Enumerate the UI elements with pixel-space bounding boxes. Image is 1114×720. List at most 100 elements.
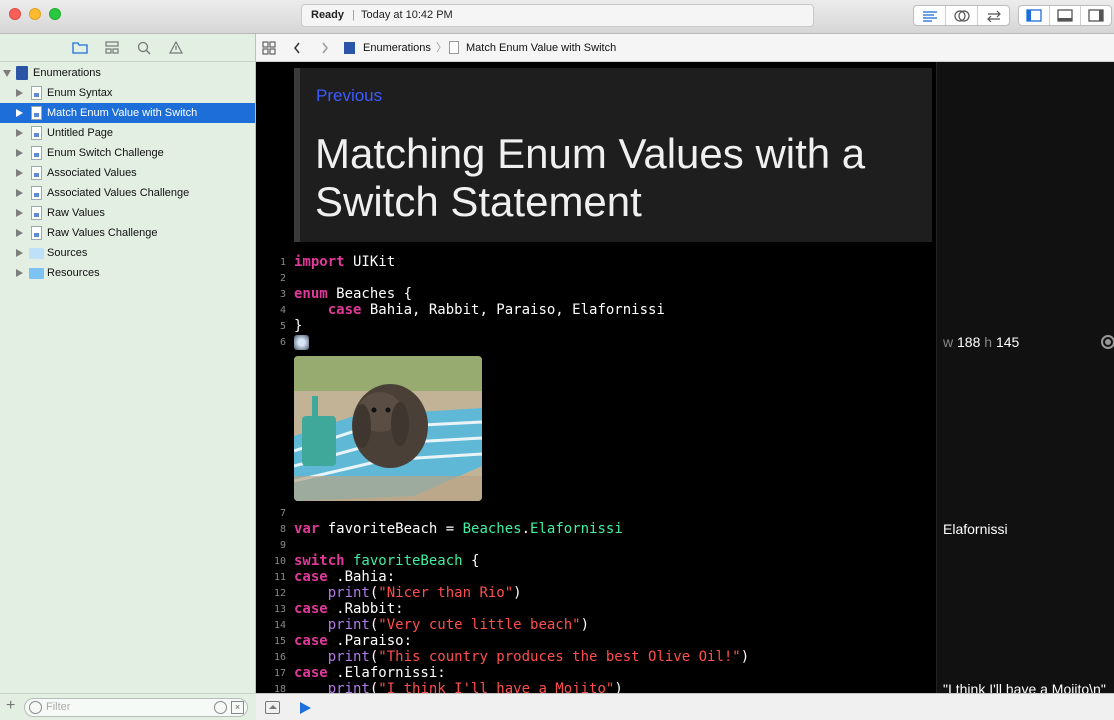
enum-case: Elafornissi xyxy=(530,521,623,537)
height-value: 145 xyxy=(995,334,1020,350)
scm-filter-icon[interactable]: × xyxy=(231,701,244,714)
rendered-markup-block: Previous Matching Enum Values with a Swi… xyxy=(294,68,932,242)
toggle-utilities-button[interactable] xyxy=(1081,6,1111,25)
disclosure-triangle-icon[interactable] xyxy=(16,109,23,117)
code-text: ) xyxy=(580,617,590,633)
code-text: favoriteBeach = xyxy=(319,521,463,537)
code-text: ) xyxy=(513,585,522,601)
disclosure-triangle-icon[interactable] xyxy=(16,229,23,237)
code-line: case .Elafornissi: xyxy=(294,665,446,681)
tree-item-resources[interactable]: Resources xyxy=(0,263,255,283)
code-text: . xyxy=(521,521,531,537)
disclosure-triangle-icon[interactable] xyxy=(16,89,23,97)
standard-editor-button[interactable] xyxy=(914,6,946,25)
filter-icon xyxy=(29,701,42,714)
assistant-editor-button[interactable] xyxy=(946,6,978,25)
project-row[interactable]: Enumerations xyxy=(0,63,255,83)
project-navigator: Enumerations Enum Syntax Match Enum Valu… xyxy=(0,34,256,720)
disclosure-triangle-icon[interactable] xyxy=(16,209,23,217)
issue-navigator-tab[interactable] xyxy=(167,39,185,57)
code-line: print("I think I'll have a Mojito") xyxy=(294,681,623,693)
code-line: import UIKit xyxy=(294,254,395,270)
code-text: Beaches { xyxy=(327,286,413,302)
right-panel-icon xyxy=(1088,9,1104,22)
play-icon[interactable] xyxy=(300,702,311,714)
status-separator: | xyxy=(352,9,355,21)
toggle-debug-area-button[interactable] xyxy=(1050,6,1081,25)
quicklook-eye-icon[interactable] xyxy=(1101,335,1114,349)
playground-page-icon xyxy=(31,186,42,200)
tree-item-label: Raw Values Challenge xyxy=(47,227,158,239)
line-number: 4 xyxy=(279,305,286,316)
back-icon xyxy=(294,42,300,54)
results-sidebar: w 188 h 145 Elafornissi "I think I'll ha… xyxy=(936,62,1114,697)
line-number: 11 xyxy=(273,572,286,583)
code-line: print("Very cute little beach") xyxy=(294,617,589,633)
playground-page-icon xyxy=(31,106,42,120)
toggle-navigator-button[interactable] xyxy=(1019,6,1050,25)
keyword: case xyxy=(294,665,328,681)
filter-input[interactable]: Filter × xyxy=(24,698,248,717)
minimize-window-button[interactable] xyxy=(29,8,41,20)
line-number: 17 xyxy=(273,668,286,679)
variable-name: favoriteBeach xyxy=(344,553,463,569)
filter-placeholder: Filter xyxy=(46,701,71,713)
tree-item-enum-syntax[interactable]: Enum Syntax xyxy=(0,83,255,103)
source-editor[interactable]: Previous Matching Enum Values with a Swi… xyxy=(256,62,936,693)
line-number: 7 xyxy=(279,508,286,519)
playground-page-icon xyxy=(31,166,42,180)
disclosure-triangle-icon[interactable] xyxy=(16,169,23,177)
disclosure-triangle-icon[interactable] xyxy=(16,269,23,277)
code-line: print("This country produces the best Ol… xyxy=(294,649,749,665)
zoom-window-button[interactable] xyxy=(49,8,61,20)
disclosure-triangle-icon[interactable] xyxy=(16,149,23,157)
breadcrumb-project[interactable]: Enumerations xyxy=(363,34,431,62)
tree-item-enum-switch-challenge[interactable]: Enum Switch Challenge xyxy=(0,143,255,163)
disclosure-triangle-icon[interactable] xyxy=(16,249,23,257)
code-text: .Elafornissi: xyxy=(327,665,446,681)
disclosure-triangle-icon[interactable] xyxy=(3,70,11,77)
breadcrumb-page[interactable]: Match Enum Value with Switch xyxy=(466,34,616,62)
recent-files-icon[interactable] xyxy=(214,701,227,714)
keyword: import xyxy=(294,254,345,270)
version-editor-button[interactable] xyxy=(978,6,1009,25)
tree-item-associated-values-challenge[interactable]: Associated Values Challenge xyxy=(0,183,255,203)
function-name: print xyxy=(294,617,370,633)
tree-item-label: Raw Values xyxy=(47,207,105,219)
project-navigator-tab[interactable] xyxy=(71,39,89,57)
playground-icon xyxy=(344,42,355,54)
code-text: UIKit xyxy=(344,254,396,270)
code-line: case .Paraiso: xyxy=(294,633,412,649)
tree-item-match-enum[interactable]: Match Enum Value with Switch xyxy=(0,103,255,123)
code-text: .Rabbit: xyxy=(327,601,404,617)
line-number: 6 xyxy=(279,337,286,348)
close-window-button[interactable] xyxy=(9,8,21,20)
line-number: 14 xyxy=(273,620,286,631)
project-label: Enumerations xyxy=(33,67,101,79)
disclosure-triangle-icon[interactable] xyxy=(16,189,23,197)
function-name: print xyxy=(294,681,370,693)
disclosure-triangle-icon[interactable] xyxy=(16,129,23,137)
folder-icon xyxy=(29,248,44,259)
tree-item-sources[interactable]: Sources xyxy=(0,243,255,263)
keyword: case xyxy=(294,569,328,585)
image-literal-icon[interactable] xyxy=(294,335,309,350)
tree-item-raw-values-challenge[interactable]: Raw Values Challenge xyxy=(0,223,255,243)
symbol-navigator-tab[interactable] xyxy=(103,39,121,57)
add-file-button[interactable]: + xyxy=(6,697,15,715)
rabbit-photo-illustration xyxy=(294,356,482,501)
folder-icon xyxy=(71,42,88,54)
editor-mode-control xyxy=(913,5,1010,26)
toggle-debug-area-icon[interactable] xyxy=(265,701,280,714)
left-panel-icon xyxy=(1026,9,1042,22)
code-line: var favoriteBeach = Beaches.Elafornissi xyxy=(294,521,623,537)
function-name: print xyxy=(294,649,370,665)
tree-item-raw-values[interactable]: Raw Values xyxy=(0,203,255,223)
tree-item-associated-values[interactable]: Associated Values xyxy=(0,163,255,183)
find-navigator-tab[interactable] xyxy=(135,39,153,57)
tree-item-untitled-page[interactable]: Untitled Page xyxy=(0,123,255,143)
favorite-beach-result: Elafornissi xyxy=(943,521,1008,537)
code-line: case .Bahia: xyxy=(294,569,395,585)
previous-page-link[interactable]: Previous xyxy=(316,86,382,106)
string-literal: "This country produces the best Olive Oi… xyxy=(378,649,741,665)
